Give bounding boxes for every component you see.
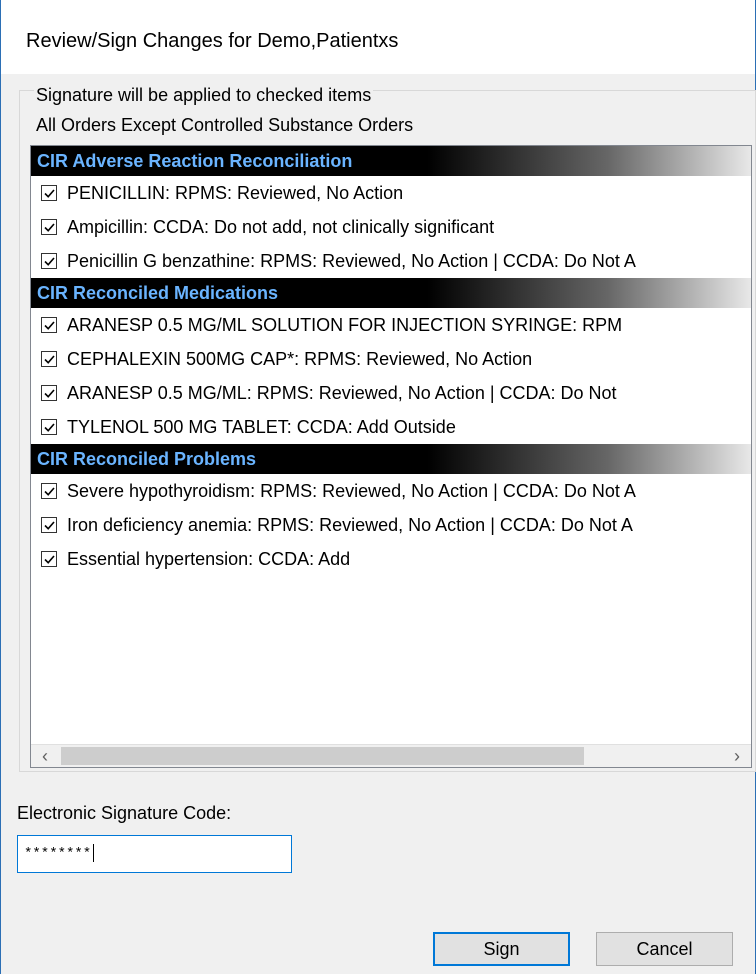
checkmark-icon — [43, 320, 55, 330]
checkmark-icon — [43, 554, 55, 564]
checkmark-icon — [43, 422, 55, 432]
list-item[interactable]: Penicillin G benzathine: RPMS: Reviewed,… — [31, 244, 751, 278]
checkmark-icon — [43, 256, 55, 266]
checkmark-icon — [43, 188, 55, 198]
checkmark-icon — [43, 354, 55, 364]
section-header: CIR Adverse Reaction Reconciliation — [31, 146, 751, 176]
list-item[interactable]: TYLENOL 500 MG TABLET: CCDA: Add Outside — [31, 410, 751, 444]
text-caret — [93, 844, 95, 863]
orders-checklist[interactable]: CIR Adverse Reaction Reconciliation PENIC… — [30, 145, 752, 768]
cancel-button[interactable]: Cancel — [596, 932, 733, 966]
item-checkbox[interactable] — [41, 253, 57, 269]
item-checkbox[interactable] — [41, 551, 57, 567]
horizontal-scrollbar[interactable]: ‹ › — [31, 744, 751, 767]
checkmark-icon — [43, 520, 55, 530]
scrollbar-thumb[interactable] — [61, 747, 584, 765]
item-label: PENICILLIN: RPMS: Reviewed, No Action — [67, 182, 404, 203]
esig-code-input[interactable]: ******** — [17, 835, 292, 873]
esig-masked-value: ******** — [24, 846, 92, 862]
checkmark-icon — [43, 486, 55, 496]
list-item[interactable]: Ampicillin: CCDA: Do not add, not clinic… — [31, 210, 751, 244]
item-checkbox[interactable] — [41, 219, 57, 235]
list-item[interactable]: PENICILLIN: RPMS: Reviewed, No Action — [31, 176, 751, 210]
list-item[interactable]: Essential hypertension: CCDA: Add — [31, 542, 751, 576]
title-bar: Review/Sign Changes for Demo,Patientxs — [0, 0, 756, 74]
scroll-right-arrow-icon[interactable]: › — [723, 745, 751, 767]
list-item[interactable]: Iron deficiency anemia: RPMS: Reviewed, … — [31, 508, 751, 542]
orders-rows: CIR Adverse Reaction Reconciliation PENIC… — [31, 146, 751, 576]
list-item[interactable]: ARANESP 0.5 MG/ML SOLUTION FOR INJECTION… — [31, 308, 751, 342]
scroll-left-arrow-icon[interactable]: ‹ — [31, 745, 59, 767]
group-caption: Signature will be applied to checked ite… — [34, 85, 374, 106]
list-item[interactable]: CEPHALEXIN 500MG CAP*: RPMS: Reviewed, N… — [31, 342, 751, 376]
item-checkbox[interactable] — [41, 385, 57, 401]
list-item[interactable]: ARANESP 0.5 MG/ML: RPMS: Reviewed, No Ac… — [31, 376, 751, 410]
sign-button[interactable]: Sign — [433, 932, 570, 966]
section-header: CIR Reconciled Problems — [31, 444, 751, 474]
item-label: Iron deficiency anemia: RPMS: Reviewed, … — [67, 514, 633, 535]
item-label: Penicillin G benzathine: RPMS: Reviewed,… — [67, 250, 636, 271]
list-item[interactable]: Severe hypothyroidism: RPMS: Reviewed, N… — [31, 474, 751, 508]
checkmark-icon — [43, 222, 55, 232]
item-checkbox[interactable] — [41, 517, 57, 533]
item-checkbox[interactable] — [41, 317, 57, 333]
window-border-left — [0, 0, 1, 974]
checkmark-icon — [43, 388, 55, 398]
item-label: Essential hypertension: CCDA: Add — [67, 548, 351, 569]
esig-label: Electronic Signature Code: — [17, 803, 232, 823]
item-label: ARANESP 0.5 MG/ML: RPMS: Reviewed, No Ac… — [67, 382, 617, 403]
item-checkbox[interactable] — [41, 483, 57, 499]
item-checkbox[interactable] — [41, 351, 57, 367]
item-label: CEPHALEXIN 500MG CAP*: RPMS: Reviewed, N… — [67, 348, 533, 369]
window-title: Review/Sign Changes for Demo,Patientxs — [26, 30, 399, 52]
item-checkbox[interactable] — [41, 185, 57, 201]
item-label: Severe hypothyroidism: RPMS: Reviewed, N… — [67, 480, 636, 501]
item-label: ARANESP 0.5 MG/ML SOLUTION FOR INJECTION… — [67, 314, 623, 335]
group-subcaption: All Orders Except Controlled Substance O… — [34, 115, 416, 136]
item-checkbox[interactable] — [41, 419, 57, 435]
section-header: CIR Reconciled Medications — [31, 278, 751, 308]
item-label: TYLENOL 500 MG TABLET: CCDA: Add Outside — [67, 416, 456, 437]
item-label: Ampicillin: CCDA: Do not add, not clinic… — [67, 216, 495, 237]
